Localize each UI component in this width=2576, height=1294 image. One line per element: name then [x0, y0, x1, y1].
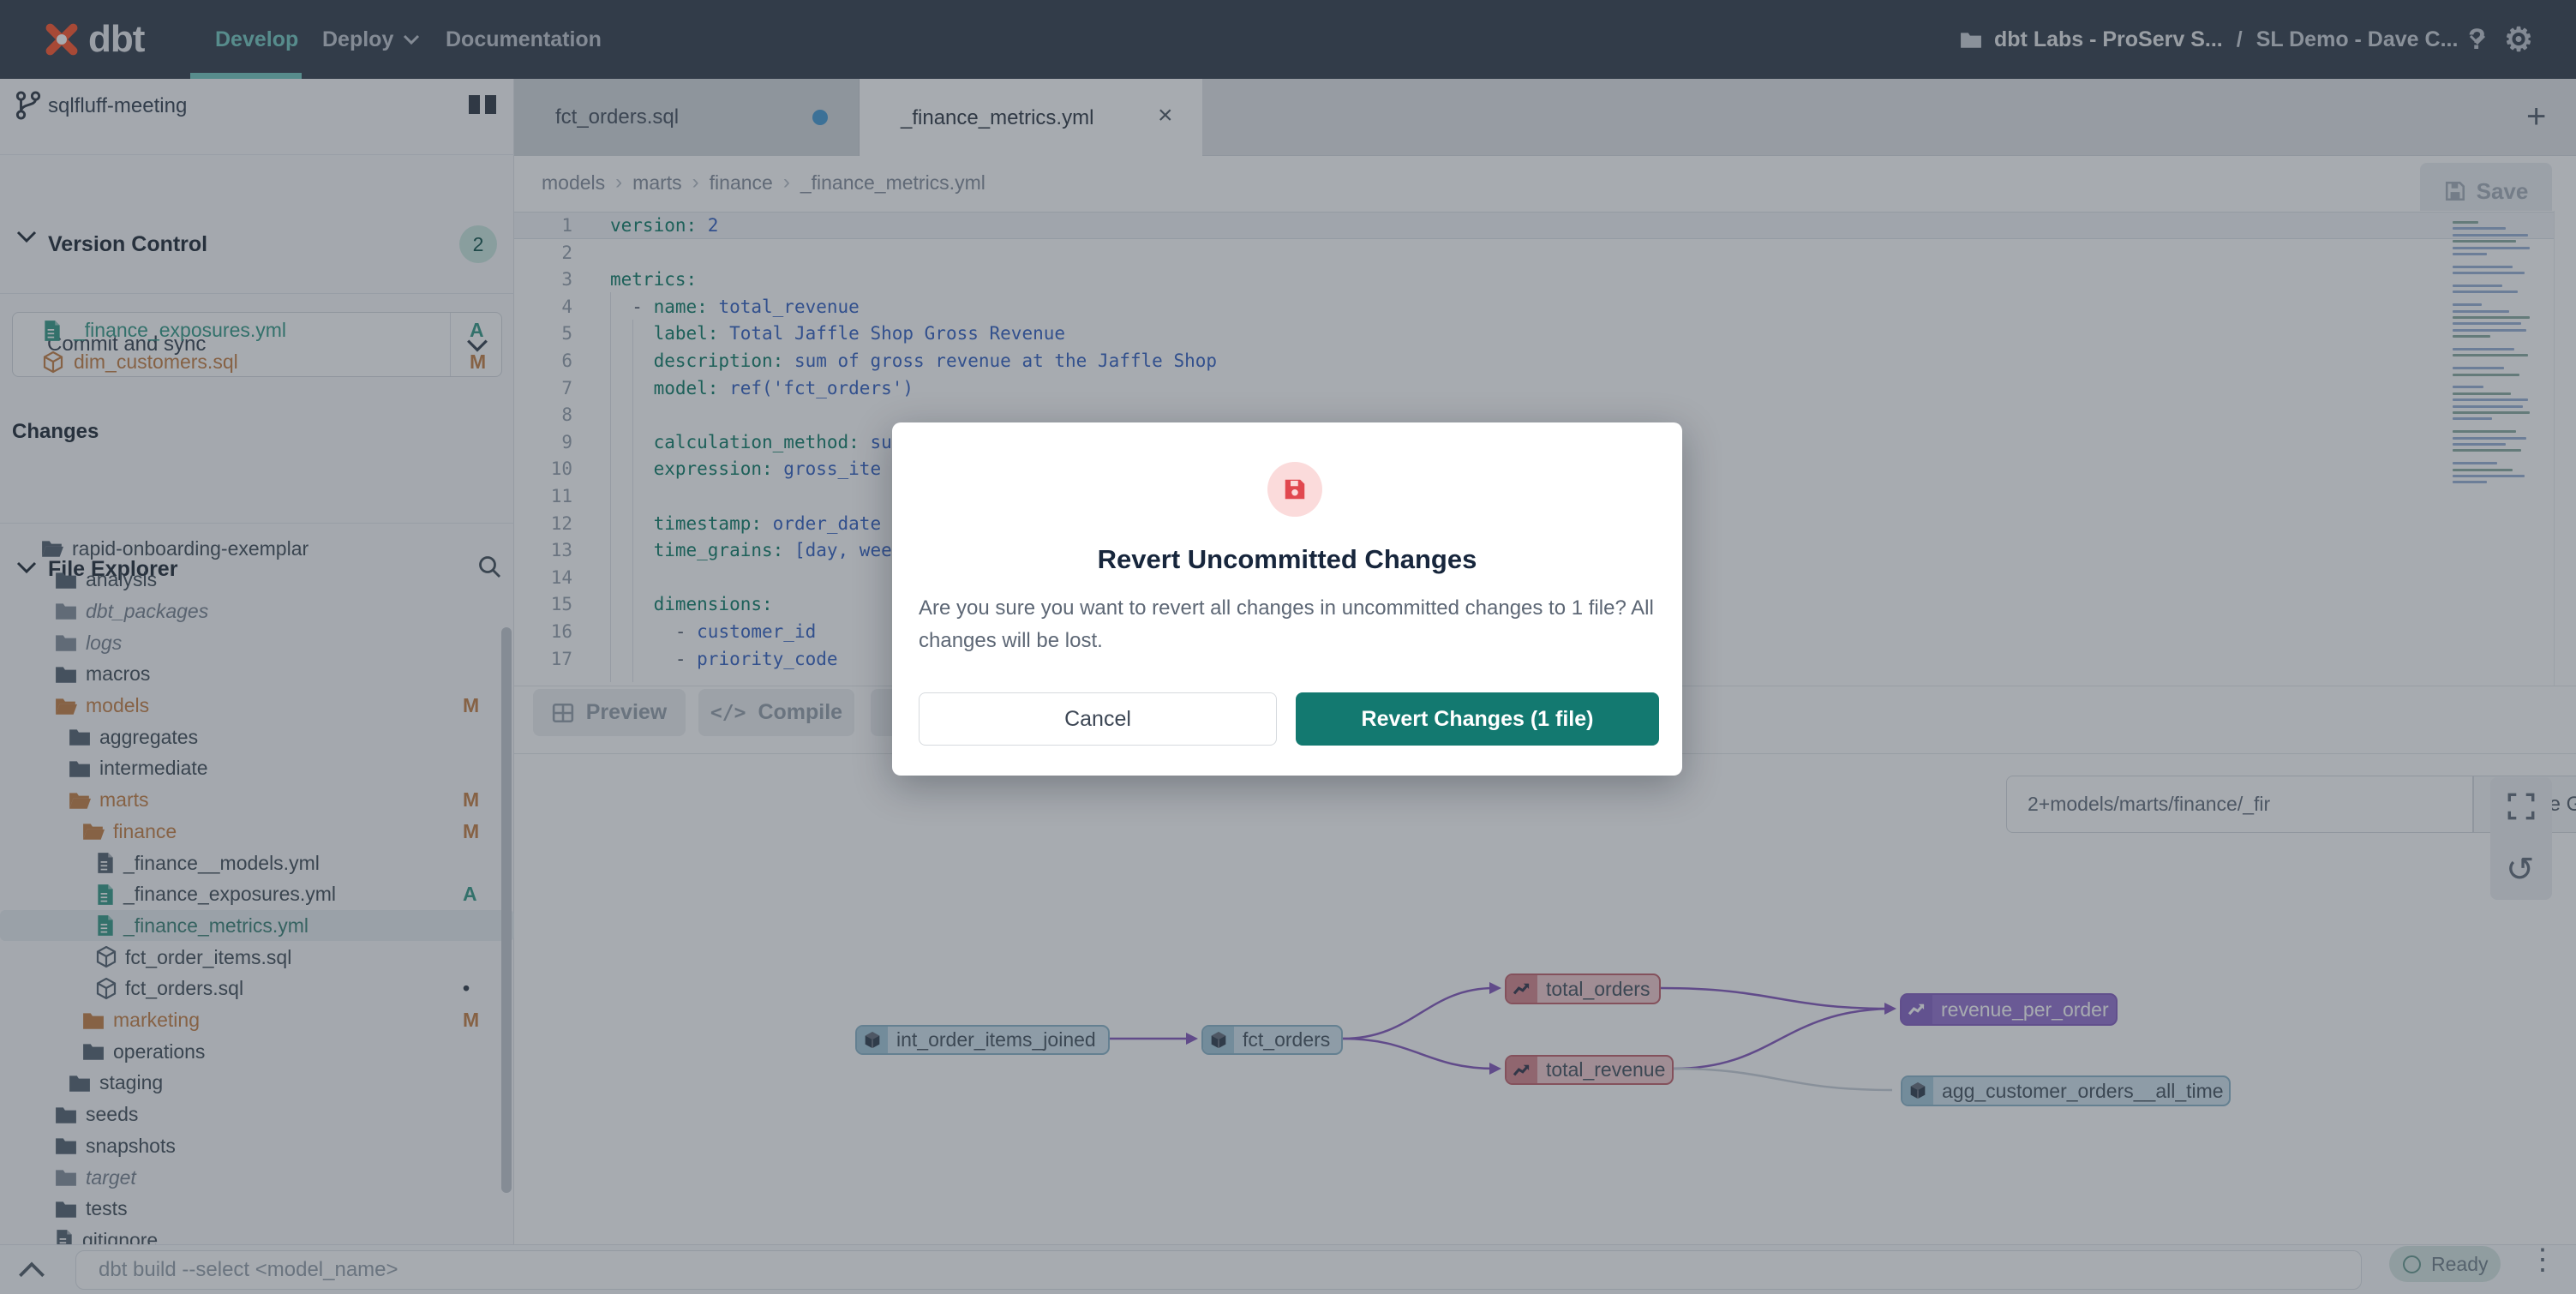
modal-body: Are you sure you want to revert all chan… — [919, 592, 1662, 657]
cancel-button[interactable]: Cancel — [919, 692, 1277, 746]
revert-changes-button[interactable]: Revert Changes (1 file) — [1296, 692, 1659, 746]
save-alert-icon — [1267, 462, 1322, 517]
revert-changes-modal: Revert Uncommitted Changes Are you sure … — [892, 422, 1682, 776]
modal-title: Revert Uncommitted Changes — [892, 544, 1682, 575]
